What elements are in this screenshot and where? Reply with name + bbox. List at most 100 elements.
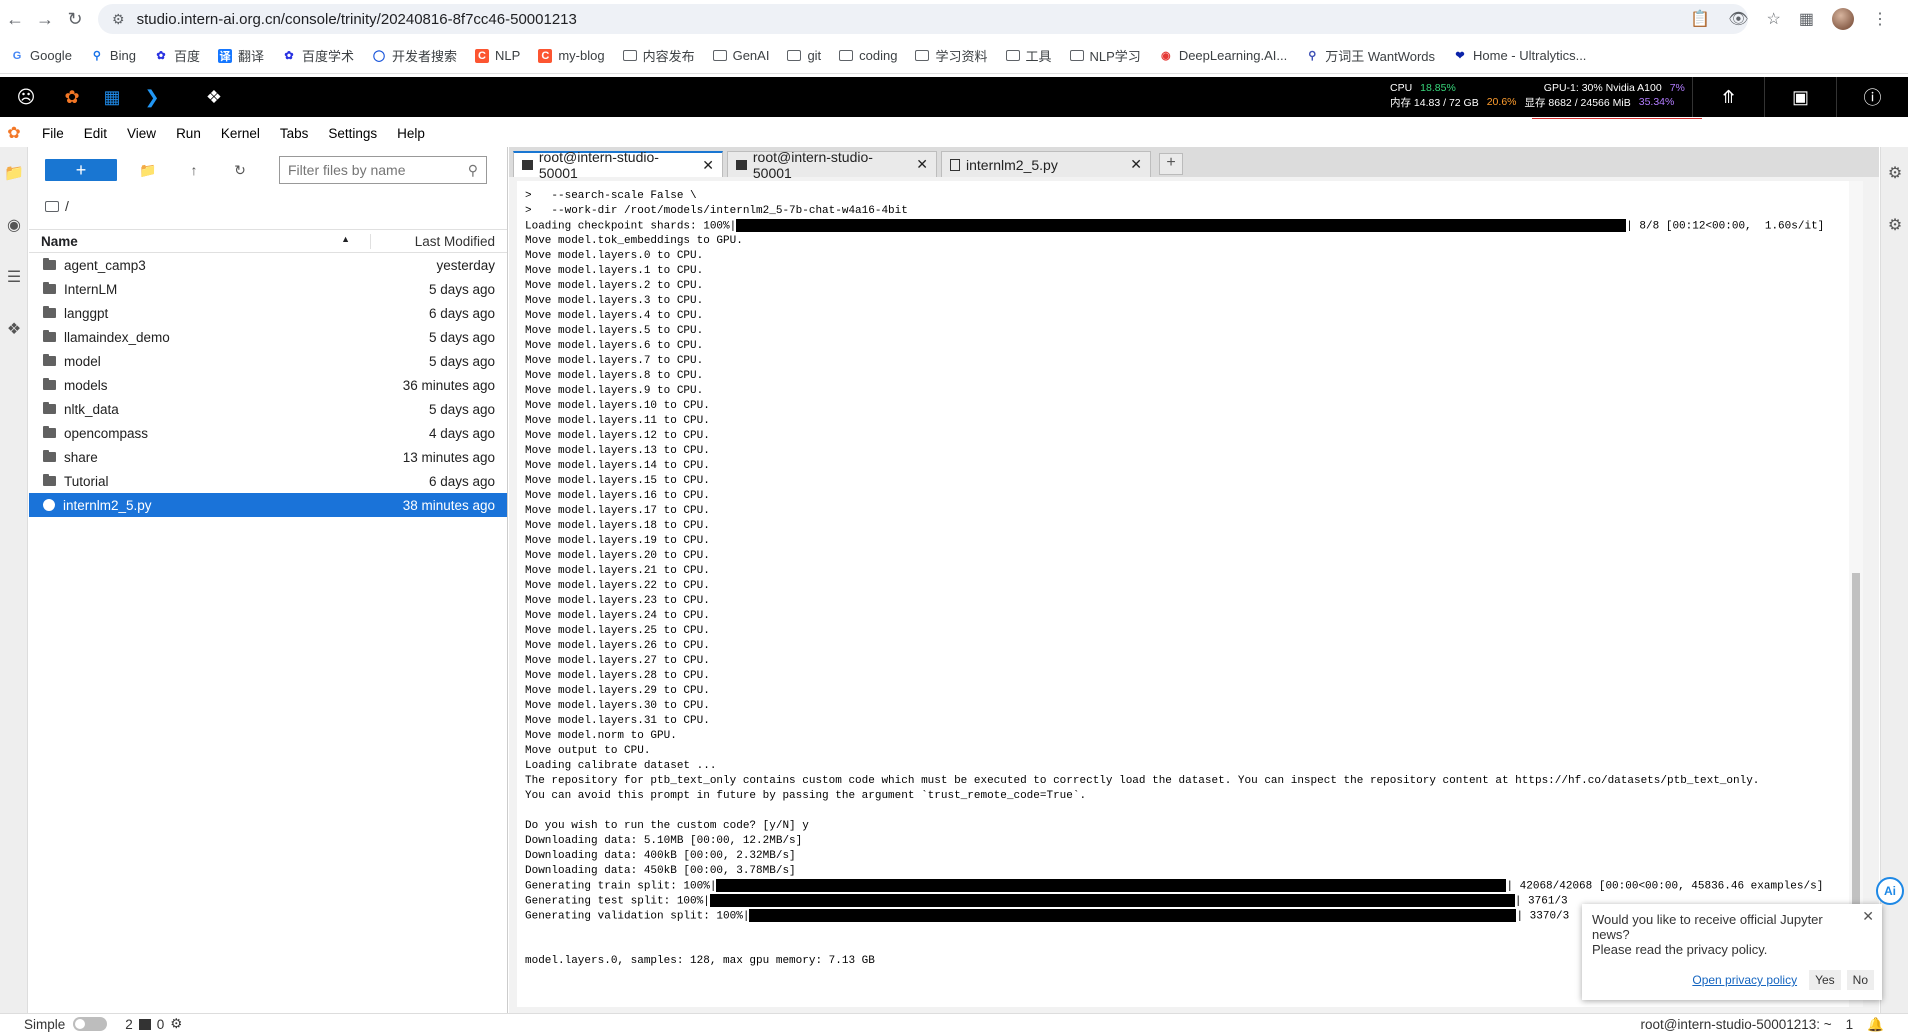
file-row[interactable]: opencompass 4 days ago [29, 421, 507, 445]
file-row[interactable]: llamaindex_demo 5 days ago [29, 325, 507, 349]
site-info-icon[interactable]: ⚙ [112, 11, 125, 28]
close-icon[interactable]: ✕ [702, 157, 714, 174]
kernels-count[interactable]: 0 [157, 1017, 165, 1032]
running-icon[interactable]: ◉ [0, 199, 28, 251]
terminal-line: Move model.layers.30 to CPU. [525, 700, 710, 712]
bell-icon[interactable]: 🔔 [1867, 1017, 1884, 1033]
file-row[interactable]: share 13 minutes ago [29, 445, 507, 469]
add-tab-button[interactable]: + [1159, 153, 1183, 175]
bookmark-nlp[interactable]: C NLP [475, 48, 520, 63]
jupyter-logo-icon: ✿ [7, 125, 21, 142]
bookmark-folder-genai[interactable]: GenAI [712, 48, 769, 63]
modified-column-header[interactable]: Last Modified [371, 234, 507, 249]
folder-icon[interactable]: 📁 [0, 147, 28, 199]
file-row[interactable]: agent_camp3 yesterday [29, 253, 507, 277]
folder-icon [43, 426, 56, 438]
close-icon[interactable]: ✕ [916, 156, 928, 173]
terminal-line: Move model.layers.11 to CPU. [525, 415, 710, 427]
file-row[interactable]: nltk_data 5 days ago [29, 397, 507, 421]
compass-icon[interactable]: ❖ [194, 77, 234, 117]
debugger-icon[interactable]: ⚙ [1881, 199, 1908, 251]
tab-terminal-1[interactable]: root@intern-studio-50001 ✕ [513, 149, 723, 181]
file-row[interactable]: Tutorial 6 days ago [29, 469, 507, 493]
c-icon: C [475, 48, 490, 63]
code-server-icon[interactable]: ▦ [92, 77, 132, 117]
menu-settings[interactable]: Settings [318, 126, 387, 141]
bookmark-deeplearning[interactable]: ◉ DeepLearning.AI... [1159, 48, 1287, 63]
bookmark-folder-study[interactable]: 学习资料 [915, 46, 988, 65]
privacy-policy-link[interactable]: Open privacy policy [1686, 970, 1803, 990]
menu-help[interactable]: Help [387, 126, 435, 141]
breadcrumb[interactable]: / [29, 193, 507, 219]
file-row[interactable]: models 36 minutes ago [29, 373, 507, 397]
address-bar[interactable]: ⚙ studio.intern-ai.org.cn/console/trinit… [98, 4, 1748, 34]
filter-files-input[interactable]: Filter files by name ⚲ [279, 156, 487, 184]
simple-mode-toggle[interactable] [73, 1017, 108, 1031]
folder-icon [43, 474, 56, 486]
bookmark-my-blog[interactable]: Cmy-blog [538, 48, 605, 63]
new-folder-icon[interactable]: 📁 [133, 162, 163, 179]
tab-terminal-2[interactable]: root@intern-studio-50001 ✕ [727, 149, 937, 181]
bookmark-dev-search[interactable]: ◯ 开发者搜索 [372, 46, 457, 65]
close-icon[interactable]: ✕ [1130, 156, 1142, 173]
profile-avatar[interactable] [1832, 8, 1854, 30]
refresh-icon[interactable]: ↻ [225, 162, 255, 179]
menu-file[interactable]: File [32, 126, 74, 141]
bookmark-google[interactable]: G Google [10, 48, 72, 63]
file-row[interactable]: langgpt 6 days ago [29, 301, 507, 325]
file-row[interactable]: InternLM 5 days ago [29, 277, 507, 301]
extension-icon[interactable]: ❖ [0, 303, 28, 355]
jupyter-icon[interactable]: ✿ [52, 77, 92, 117]
menu-view[interactable]: View [117, 126, 166, 141]
new-launcher-button[interactable]: + [45, 159, 117, 181]
terminal-line: Move model.layers.26 to CPU. [525, 640, 710, 652]
bookmark-folder-coding[interactable]: coding [839, 48, 897, 63]
menu-tabs[interactable]: Tabs [270, 126, 319, 141]
terminal-output[interactable]: > --search-scale False \ > --work-dir /ro… [517, 181, 1863, 1007]
file-row-selected[interactable]: internlm2_5.py 38 minutes ago [29, 493, 507, 517]
terminal-scrollbar[interactable] [1849, 181, 1863, 1007]
reload-icon[interactable]: ↻ [60, 4, 90, 34]
terminals-count[interactable]: 2 [125, 1017, 133, 1032]
tensorflow-icon[interactable]: ⤊ [1692, 77, 1764, 117]
ai-assistant-button[interactable]: Ai [1876, 877, 1904, 905]
eye-icon[interactable]: 👁 [1728, 9, 1748, 29]
yes-button[interactable]: Yes [1809, 970, 1841, 990]
star-icon[interactable]: ☆ [1767, 9, 1781, 29]
property-inspector-icon[interactable]: ⚙ [1881, 147, 1908, 199]
tab-internlm2-5-py[interactable]: internlm2_5.py ✕ [941, 151, 1151, 177]
image-icon[interactable]: ▣ [1764, 77, 1836, 117]
extensions-icon[interactable]: ▦ [1799, 9, 1814, 29]
toc-icon[interactable]: ☰ [0, 251, 28, 303]
vscode-icon[interactable]: ❯ [132, 77, 172, 117]
terminal-line: Move model.layers.7 to CPU. [525, 355, 704, 367]
bookmark-baidu-scholar[interactable]: ✿ 百度学术 [282, 46, 354, 65]
bookmark-bing[interactable]: ⚲ Bing [90, 48, 136, 63]
info-icon[interactable]: ⓘ [1836, 77, 1908, 117]
terminal-path: root@intern-studio-50001213: ~ [1640, 1017, 1832, 1032]
bookmark-baidu[interactable]: ✿ 百度 [154, 46, 200, 65]
bookmark-folder-tools[interactable]: 工具 [1005, 46, 1052, 65]
close-icon[interactable]: ✕ [1862, 908, 1874, 925]
menu-run[interactable]: Run [166, 126, 211, 141]
menu-edit[interactable]: Edit [74, 126, 117, 141]
bookmark-ultralytics[interactable]: ❤ Home - Ultralytics... [1453, 48, 1586, 63]
bookmark-folder-git[interactable]: git [787, 48, 821, 63]
bookmark-folder-nlp-study[interactable]: NLP学习 [1069, 46, 1141, 65]
status-bar: Simple 2 0 ⚙ root@intern-studio-50001213… [0, 1013, 1908, 1034]
forward-icon[interactable]: → [30, 4, 60, 34]
top-right-actions: ⤊ ▣ ⓘ [1692, 77, 1908, 117]
upload-icon[interactable]: ↑ [179, 162, 209, 178]
studio-logo-icon[interactable]: ☹ [0, 77, 52, 117]
clipboard-icon[interactable]: 📋 [1690, 9, 1710, 29]
back-icon[interactable]: ← [0, 4, 30, 34]
name-column-header[interactable]: Name ▲ [29, 233, 371, 249]
bookmark-wantwords[interactable]: ⚲ 万词王 WantWords [1305, 46, 1435, 65]
no-button[interactable]: No [1846, 970, 1874, 990]
file-row[interactable]: model 5 days ago [29, 349, 507, 373]
bookmark-folder-content[interactable]: 内容发布 [622, 46, 695, 65]
menu-kernel[interactable]: Kernel [211, 126, 270, 141]
more-icon[interactable]: ⋮ [1872, 9, 1888, 29]
bookmark-translate[interactable]: 译翻译 [217, 46, 264, 65]
